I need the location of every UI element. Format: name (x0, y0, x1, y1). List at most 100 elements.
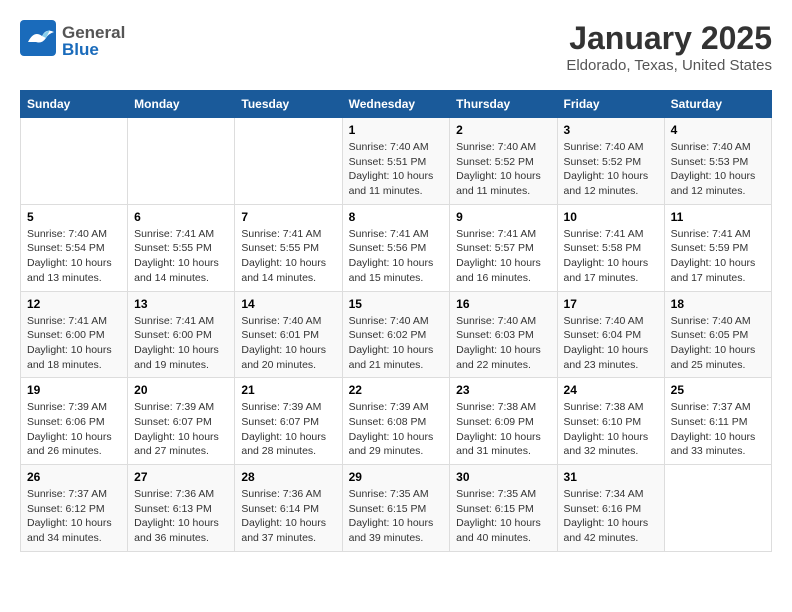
calendar-cell: 22 Sunrise: 7:39 AM Sunset: 6:08 PM Dayli… (342, 378, 450, 465)
calendar-cell: 26Sunrise: 7:37 AM Sunset: 6:12 PM Dayli… (21, 465, 128, 552)
day-info: Sunrise: 7:39 AM Sunset: 6:08 PM Dayligh… (349, 400, 444, 459)
day-info: Sunrise: 7:34 AM Sunset: 6:16 PM Dayligh… (564, 487, 658, 546)
calendar-cell: 23 Sunrise: 7:38 AM Sunset: 6:09 PM Dayli… (450, 378, 557, 465)
day-info: Sunrise: 7:41 AM Sunset: 6:00 PM Dayligh… (27, 314, 121, 373)
day-info: Sunrise: 7:41 AM Sunset: 5:56 PM Dayligh… (349, 227, 444, 286)
calendar-week-row: 26Sunrise: 7:37 AM Sunset: 6:12 PM Dayli… (21, 465, 772, 552)
day-info: Sunrise: 7:41 AM Sunset: 5:58 PM Dayligh… (564, 227, 658, 286)
weekday-header-friday: Friday (557, 91, 664, 118)
day-number: 6 (134, 210, 228, 224)
logo: General Blue (20, 20, 125, 61)
day-number: 15 (349, 297, 444, 311)
day-info: Sunrise: 7:40 AM Sunset: 5:52 PM Dayligh… (564, 140, 658, 199)
calendar-cell: 15 Sunrise: 7:40 AM Sunset: 6:02 PM Dayli… (342, 291, 450, 378)
calendar-week-row: 1Sunrise: 7:40 AM Sunset: 5:51 PM Daylig… (21, 118, 772, 205)
day-number: 19 (27, 383, 121, 397)
day-info: Sunrise: 7:41 AM Sunset: 5:55 PM Dayligh… (241, 227, 335, 286)
calendar-cell: 21 Sunrise: 7:39 AM Sunset: 6:07 PM Dayli… (235, 378, 342, 465)
day-info: Sunrise: 7:41 AM Sunset: 5:55 PM Dayligh… (134, 227, 228, 286)
day-number: 8 (349, 210, 444, 224)
day-info: Sunrise: 7:41 AM Sunset: 5:59 PM Dayligh… (671, 227, 765, 286)
calendar-cell: 19 Sunrise: 7:39 AM Sunset: 6:06 PM Dayli… (21, 378, 128, 465)
day-number: 20 (134, 383, 228, 397)
day-number: 30 (456, 470, 550, 484)
page-subtitle: Eldorado, Texas, United States (566, 57, 772, 74)
day-number: 18 (671, 297, 765, 311)
calendar-cell: 11Sunrise: 7:41 AM Sunset: 5:59 PM Dayli… (664, 204, 771, 291)
calendar-cell: 5 Sunrise: 7:40 AM Sunset: 5:54 PM Daylig… (21, 204, 128, 291)
calendar-cell (128, 118, 235, 205)
day-info: Sunrise: 7:41 AM Sunset: 5:57 PM Dayligh… (456, 227, 550, 286)
calendar-table: SundayMondayTuesdayWednesdayThursdayFrid… (20, 90, 772, 552)
day-info: Sunrise: 7:35 AM Sunset: 6:15 PM Dayligh… (456, 487, 550, 546)
day-info: Sunrise: 7:39 AM Sunset: 6:06 PM Dayligh… (27, 400, 121, 459)
day-number: 4 (671, 123, 765, 137)
day-number: 5 (27, 210, 121, 224)
weekday-header-row: SundayMondayTuesdayWednesdayThursdayFrid… (21, 91, 772, 118)
page-header: General Blue January 2025 Eldorado, Texa… (20, 20, 772, 74)
day-number: 26 (27, 470, 121, 484)
day-number: 24 (564, 383, 658, 397)
calendar-cell: 17Sunrise: 7:40 AM Sunset: 6:04 PM Dayli… (557, 291, 664, 378)
day-info: Sunrise: 7:40 AM Sunset: 6:01 PM Dayligh… (241, 314, 335, 373)
day-number: 13 (134, 297, 228, 311)
logo-icon (20, 20, 56, 56)
day-number: 17 (564, 297, 658, 311)
day-number: 21 (241, 383, 335, 397)
calendar-cell: 8 Sunrise: 7:41 AM Sunset: 5:56 PM Daylig… (342, 204, 450, 291)
calendar-cell: 12 Sunrise: 7:41 AM Sunset: 6:00 PM Dayli… (21, 291, 128, 378)
day-number: 2 (456, 123, 550, 137)
weekday-header-saturday: Saturday (664, 91, 771, 118)
calendar-cell (664, 465, 771, 552)
calendar-cell: 30 Sunrise: 7:35 AM Sunset: 6:15 PM Dayli… (450, 465, 557, 552)
day-number: 23 (456, 383, 550, 397)
day-info: Sunrise: 7:38 AM Sunset: 6:09 PM Dayligh… (456, 400, 550, 459)
day-number: 29 (349, 470, 444, 484)
calendar-cell: 25Sunrise: 7:37 AM Sunset: 6:11 PM Dayli… (664, 378, 771, 465)
calendar-cell: 14 Sunrise: 7:40 AM Sunset: 6:01 PM Dayli… (235, 291, 342, 378)
title-block: January 2025 Eldorado, Texas, United Sta… (566, 20, 772, 74)
calendar-cell: 29 Sunrise: 7:35 AM Sunset: 6:15 PM Dayli… (342, 465, 450, 552)
day-number: 28 (241, 470, 335, 484)
day-number: 10 (564, 210, 658, 224)
calendar-cell: 28 Sunrise: 7:36 AM Sunset: 6:14 PM Dayli… (235, 465, 342, 552)
calendar-cell: 9 Sunrise: 7:41 AM Sunset: 5:57 PM Daylig… (450, 204, 557, 291)
day-number: 12 (27, 297, 121, 311)
day-number: 9 (456, 210, 550, 224)
calendar-week-row: 12 Sunrise: 7:41 AM Sunset: 6:00 PM Dayli… (21, 291, 772, 378)
day-number: 7 (241, 210, 335, 224)
day-number: 22 (349, 383, 444, 397)
day-info: Sunrise: 7:38 AM Sunset: 6:10 PM Dayligh… (564, 400, 658, 459)
calendar-cell: 6 Sunrise: 7:41 AM Sunset: 5:55 PM Daylig… (128, 204, 235, 291)
day-info: Sunrise: 7:36 AM Sunset: 6:14 PM Dayligh… (241, 487, 335, 546)
day-info: Sunrise: 7:40 AM Sunset: 6:02 PM Dayligh… (349, 314, 444, 373)
calendar-cell: 31 Sunrise: 7:34 AM Sunset: 6:16 PM Dayli… (557, 465, 664, 552)
day-number: 16 (456, 297, 550, 311)
weekday-header-tuesday: Tuesday (235, 91, 342, 118)
calendar-cell: 18Sunrise: 7:40 AM Sunset: 6:05 PM Dayli… (664, 291, 771, 378)
calendar-cell: 7 Sunrise: 7:41 AM Sunset: 5:55 PM Daylig… (235, 204, 342, 291)
day-info: Sunrise: 7:40 AM Sunset: 5:54 PM Dayligh… (27, 227, 121, 286)
calendar-cell (21, 118, 128, 205)
weekday-header-sunday: Sunday (21, 91, 128, 118)
calendar-week-row: 19 Sunrise: 7:39 AM Sunset: 6:06 PM Dayli… (21, 378, 772, 465)
calendar-cell: 13 Sunrise: 7:41 AM Sunset: 6:00 PM Dayli… (128, 291, 235, 378)
calendar-cell: 2 Sunrise: 7:40 AM Sunset: 5:52 PM Daylig… (450, 118, 557, 205)
weekday-header-monday: Monday (128, 91, 235, 118)
weekday-header-thursday: Thursday (450, 91, 557, 118)
day-info: Sunrise: 7:41 AM Sunset: 6:00 PM Dayligh… (134, 314, 228, 373)
logo-text: General Blue (62, 24, 125, 58)
day-info: Sunrise: 7:36 AM Sunset: 6:13 PM Dayligh… (134, 487, 228, 546)
day-info: Sunrise: 7:39 AM Sunset: 6:07 PM Dayligh… (241, 400, 335, 459)
day-info: Sunrise: 7:40 AM Sunset: 6:03 PM Dayligh… (456, 314, 550, 373)
day-number: 31 (564, 470, 658, 484)
day-info: Sunrise: 7:35 AM Sunset: 6:15 PM Dayligh… (349, 487, 444, 546)
day-number: 14 (241, 297, 335, 311)
day-info: Sunrise: 7:40 AM Sunset: 5:51 PM Dayligh… (349, 140, 444, 199)
calendar-cell: 24 Sunrise: 7:38 AM Sunset: 6:10 PM Dayli… (557, 378, 664, 465)
calendar-cell: 1Sunrise: 7:40 AM Sunset: 5:51 PM Daylig… (342, 118, 450, 205)
calendar-cell (235, 118, 342, 205)
day-info: Sunrise: 7:40 AM Sunset: 5:52 PM Dayligh… (456, 140, 550, 199)
day-number: 25 (671, 383, 765, 397)
weekday-header-wednesday: Wednesday (342, 91, 450, 118)
